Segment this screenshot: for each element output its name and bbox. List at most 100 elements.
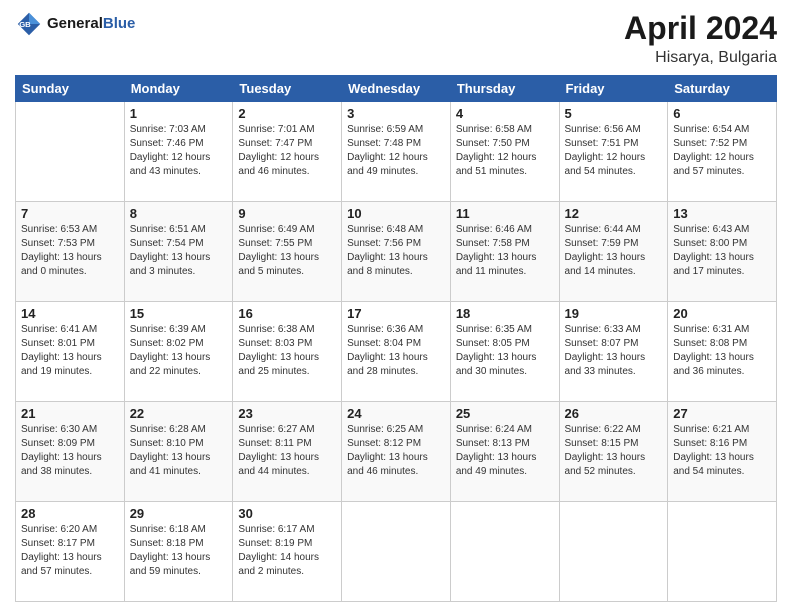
day-number: 23 [238, 406, 336, 421]
day-info: Sunrise: 6:49 AM Sunset: 7:55 PM Dayligh… [238, 223, 336, 279]
calendar-cell: 8 Sunrise: 6:51 AM Sunset: 7:54 PM Daylig… [124, 202, 233, 302]
day-info: Sunrise: 6:56 AM Sunset: 7:51 PM Dayligh… [565, 123, 663, 179]
day-number: 29 [130, 506, 228, 521]
logo-general: General [47, 15, 103, 32]
day-number: 4 [456, 106, 554, 121]
day-number: 13 [673, 206, 771, 221]
calendar-week-2: 7Sunrise: 6:53 AM Sunset: 7:53 PM Daylig… [16, 202, 777, 302]
day-info: Sunrise: 6:38 AM Sunset: 8:03 PM Dayligh… [238, 323, 336, 379]
page: GB GeneralBlue April 2024 Hisarya, Bulga… [0, 0, 792, 612]
day-info: Sunrise: 6:17 AM Sunset: 8:19 PM Dayligh… [238, 523, 336, 579]
header-tuesday: Tuesday [233, 76, 342, 102]
day-info: Sunrise: 6:18 AM Sunset: 8:18 PM Dayligh… [130, 523, 228, 579]
main-title: April 2024 [624, 10, 777, 47]
subtitle: Hisarya, Bulgaria [624, 49, 777, 67]
calendar-cell: 24 Sunrise: 6:25 AM Sunset: 8:12 PM Dayli… [342, 402, 451, 502]
day-number: 2 [238, 106, 336, 121]
calendar-cell: 17 Sunrise: 6:36 AM Sunset: 8:04 PM Dayli… [342, 302, 451, 402]
svg-text:GB: GB [19, 20, 31, 29]
day-info: Sunrise: 7:01 AM Sunset: 7:47 PM Dayligh… [238, 123, 336, 179]
day-number: 12 [565, 206, 663, 221]
day-number: 3 [347, 106, 445, 121]
day-number: 10 [347, 206, 445, 221]
calendar-cell: 6 Sunrise: 6:54 AM Sunset: 7:52 PM Daylig… [668, 102, 777, 202]
day-number: 9 [238, 206, 336, 221]
calendar-cell [342, 502, 451, 602]
calendar-cell: 2 Sunrise: 7:01 AM Sunset: 7:47 PM Daylig… [233, 102, 342, 202]
day-info: Sunrise: 6:46 AM Sunset: 7:58 PM Dayligh… [456, 223, 554, 279]
calendar-cell: 25 Sunrise: 6:24 AM Sunset: 8:13 PM Dayli… [450, 402, 559, 502]
header: GB GeneralBlue April 2024 Hisarya, Bulga… [15, 10, 777, 67]
day-info: Sunrise: 6:33 AM Sunset: 8:07 PM Dayligh… [565, 323, 663, 379]
day-number: 18 [456, 306, 554, 321]
calendar-cell: 4Sunrise: 6:58 AM Sunset: 7:50 PM Daylig… [450, 102, 559, 202]
day-info: Sunrise: 6:20 AM Sunset: 8:17 PM Dayligh… [21, 523, 119, 579]
day-info: Sunrise: 6:59 AM Sunset: 7:48 PM Dayligh… [347, 123, 445, 179]
day-number: 7 [21, 206, 119, 221]
header-thursday: Thursday [450, 76, 559, 102]
day-number: 5 [565, 106, 663, 121]
calendar-cell: 11 Sunrise: 6:46 AM Sunset: 7:58 PM Dayli… [450, 202, 559, 302]
header-friday: Friday [559, 76, 668, 102]
calendar-cell: 16 Sunrise: 6:38 AM Sunset: 8:03 PM Dayli… [233, 302, 342, 402]
calendar-cell: 7Sunrise: 6:53 AM Sunset: 7:53 PM Daylig… [16, 202, 125, 302]
day-number: 6 [673, 106, 771, 121]
header-monday: Monday [124, 76, 233, 102]
day-number: 27 [673, 406, 771, 421]
day-info: Sunrise: 6:31 AM Sunset: 8:08 PM Dayligh… [673, 323, 771, 379]
day-info: Sunrise: 6:27 AM Sunset: 8:11 PM Dayligh… [238, 423, 336, 479]
calendar-cell: 26Sunrise: 6:22 AM Sunset: 8:15 PM Dayli… [559, 402, 668, 502]
calendar-cell: 23 Sunrise: 6:27 AM Sunset: 8:11 PM Dayli… [233, 402, 342, 502]
calendar-cell: 15 Sunrise: 6:39 AM Sunset: 8:02 PM Dayli… [124, 302, 233, 402]
calendar-week-4: 21Sunrise: 6:30 AM Sunset: 8:09 PM Dayli… [16, 402, 777, 502]
calendar-cell: 9 Sunrise: 6:49 AM Sunset: 7:55 PM Daylig… [233, 202, 342, 302]
logo: GB GeneralBlue [15, 10, 135, 38]
day-number: 22 [130, 406, 228, 421]
day-info: Sunrise: 6:44 AM Sunset: 7:59 PM Dayligh… [565, 223, 663, 279]
calendar-cell: 28 Sunrise: 6:20 AM Sunset: 8:17 PM Dayli… [16, 502, 125, 602]
calendar-cell: 30 Sunrise: 6:17 AM Sunset: 8:19 PM Dayli… [233, 502, 342, 602]
calendar-cell: 29 Sunrise: 6:18 AM Sunset: 8:18 PM Dayli… [124, 502, 233, 602]
day-info: Sunrise: 6:25 AM Sunset: 8:12 PM Dayligh… [347, 423, 445, 479]
day-info: Sunrise: 6:21 AM Sunset: 8:16 PM Dayligh… [673, 423, 771, 479]
day-number: 24 [347, 406, 445, 421]
day-info: Sunrise: 6:24 AM Sunset: 8:13 PM Dayligh… [456, 423, 554, 479]
calendar-cell [16, 102, 125, 202]
header-saturday: Saturday [668, 76, 777, 102]
header-sunday: Sunday [16, 76, 125, 102]
calendar-cell [668, 502, 777, 602]
day-number: 11 [456, 206, 554, 221]
day-number: 25 [456, 406, 554, 421]
day-info: Sunrise: 6:43 AM Sunset: 8:00 PM Dayligh… [673, 223, 771, 279]
calendar-cell: 27 Sunrise: 6:21 AM Sunset: 8:16 PM Dayli… [668, 402, 777, 502]
logo-icon: GB [15, 10, 43, 38]
calendar-cell: 10 Sunrise: 6:48 AM Sunset: 7:56 PM Dayli… [342, 202, 451, 302]
calendar-table: Sunday Monday Tuesday Wednesday Thursday… [15, 75, 777, 602]
day-number: 8 [130, 206, 228, 221]
day-info: Sunrise: 6:54 AM Sunset: 7:52 PM Dayligh… [673, 123, 771, 179]
calendar-week-3: 14Sunrise: 6:41 AM Sunset: 8:01 PM Dayli… [16, 302, 777, 402]
calendar-week-1: 1Sunrise: 7:03 AM Sunset: 7:46 PM Daylig… [16, 102, 777, 202]
day-number: 15 [130, 306, 228, 321]
day-info: Sunrise: 6:28 AM Sunset: 8:10 PM Dayligh… [130, 423, 228, 479]
day-info: Sunrise: 6:39 AM Sunset: 8:02 PM Dayligh… [130, 323, 228, 379]
calendar-cell: 1Sunrise: 7:03 AM Sunset: 7:46 PM Daylig… [124, 102, 233, 202]
day-number: 30 [238, 506, 336, 521]
day-number: 17 [347, 306, 445, 321]
day-number: 16 [238, 306, 336, 321]
day-info: Sunrise: 6:36 AM Sunset: 8:04 PM Dayligh… [347, 323, 445, 379]
day-info: Sunrise: 6:30 AM Sunset: 8:09 PM Dayligh… [21, 423, 119, 479]
day-number: 28 [21, 506, 119, 521]
day-info: Sunrise: 6:41 AM Sunset: 8:01 PM Dayligh… [21, 323, 119, 379]
day-info: Sunrise: 6:48 AM Sunset: 7:56 PM Dayligh… [347, 223, 445, 279]
calendar-cell: 20 Sunrise: 6:31 AM Sunset: 8:08 PM Dayli… [668, 302, 777, 402]
calendar-cell: 12 Sunrise: 6:44 AM Sunset: 7:59 PM Dayli… [559, 202, 668, 302]
calendar-cell: 5 Sunrise: 6:56 AM Sunset: 7:51 PM Daylig… [559, 102, 668, 202]
logo-blue: Blue [103, 15, 136, 32]
day-number: 20 [673, 306, 771, 321]
calendar-cell: 3 Sunrise: 6:59 AM Sunset: 7:48 PM Daylig… [342, 102, 451, 202]
calendar-cell: 22 Sunrise: 6:28 AM Sunset: 8:10 PM Dayli… [124, 402, 233, 502]
day-number: 19 [565, 306, 663, 321]
calendar-week-5: 28 Sunrise: 6:20 AM Sunset: 8:17 PM Dayli… [16, 502, 777, 602]
day-info: Sunrise: 6:51 AM Sunset: 7:54 PM Dayligh… [130, 223, 228, 279]
